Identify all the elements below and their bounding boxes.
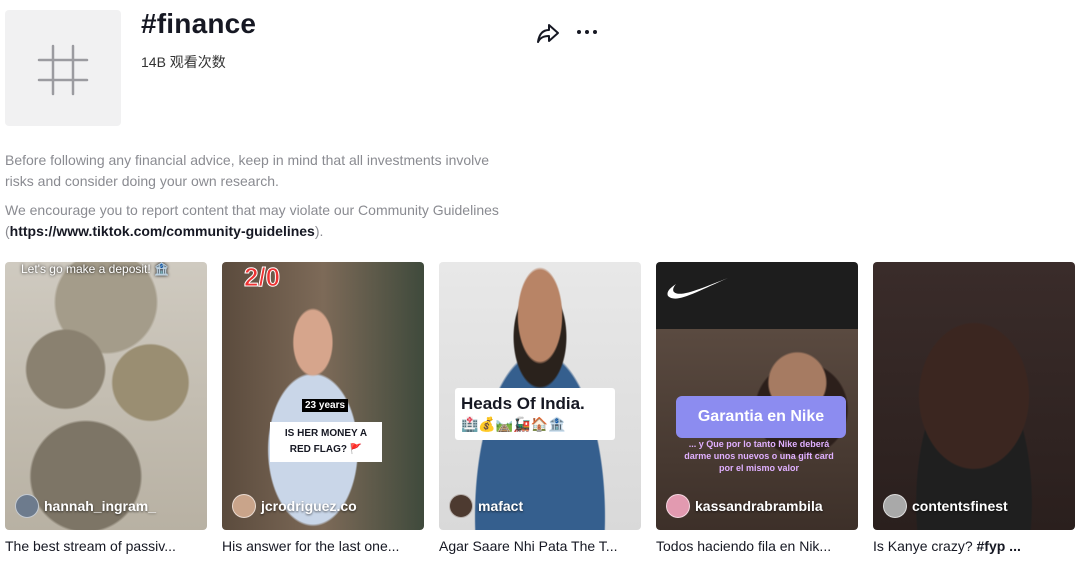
overlay-text: Heads Of India. 🏥💰🛤️🚂🏠🏦	[455, 388, 615, 440]
video-author[interactable]: contentsfinest	[883, 494, 1008, 518]
avatar	[883, 494, 907, 518]
more-options-button[interactable]	[575, 20, 599, 44]
video-author[interactable]: hannah_ingram_	[15, 494, 156, 518]
guidelines-text: We encourage you to report content that …	[5, 200, 505, 242]
avatar	[449, 494, 473, 518]
video-card[interactable]: 2/0 23 years IS HER MONEY A RED FLAG? 🚩 …	[222, 262, 424, 554]
share-icon	[537, 24, 559, 43]
video-thumbnail[interactable]: contentsfinest	[873, 262, 1075, 530]
video-card[interactable]: contentsfinest Is Kanye crazy? #fyp ...	[873, 262, 1075, 554]
video-card[interactable]: Garantia en Nike ... y Que por lo tanto …	[656, 262, 858, 554]
video-author[interactable]: jcrodriguez.co	[232, 494, 357, 518]
video-card[interactable]: Heads Of India. 🏥💰🛤️🚂🏠🏦 mafact Agar Saar…	[439, 262, 641, 554]
author-name: contentsfinest	[912, 498, 1008, 514]
page-title: #finance	[141, 8, 257, 39]
video-caption[interactable]: The best stream of passiv...	[5, 538, 203, 554]
avatar	[666, 494, 690, 518]
video-caption[interactable]: Agar Saare Nhi Pata The T...	[439, 538, 637, 554]
guidelines-text-after: ).	[314, 223, 324, 239]
video-card[interactable]: Let's go make a deposit! 🏦 hannah_ingram…	[5, 262, 207, 554]
hashtag-cover	[5, 10, 121, 126]
author-name: jcrodriguez.co	[261, 498, 357, 514]
overlay-text: Let's go make a deposit! 🏦	[21, 262, 169, 276]
video-caption[interactable]: Todos haciendo fila en Nik...	[656, 538, 854, 554]
caption-text: Is Kanye crazy?	[873, 538, 977, 554]
emoji-row: 🏥💰🛤️🚂🏠🏦	[461, 416, 566, 432]
disclaimer-text: Before following any financial advice, k…	[5, 152, 490, 189]
video-thumbnail[interactable]: 2/0 23 years IS HER MONEY A RED FLAG? 🚩 …	[222, 262, 424, 530]
nike-swoosh-icon	[667, 278, 728, 299]
hashtag-icon	[37, 44, 89, 96]
video-thumbnail[interactable]: Garantia en Nike ... y Que por lo tanto …	[656, 262, 858, 530]
author-name: hannah_ingram_	[44, 498, 157, 514]
age-overlay: 23 years	[302, 399, 349, 412]
avatar	[232, 494, 256, 518]
ellipsis-icon	[577, 30, 597, 34]
video-author[interactable]: kassandrabrambila	[666, 494, 823, 518]
video-author[interactable]: mafact	[449, 494, 523, 518]
view-count: 14B 观看次数	[141, 54, 226, 70]
question-overlay: IS HER MONEY A RED FLAG? 🚩	[270, 422, 382, 462]
overlay-subtitle: ... y Que por lo tanto Nike deberá darme…	[684, 439, 834, 473]
caption-hashtag[interactable]: #fyp ...	[977, 538, 1021, 554]
video-thumbnail[interactable]: Heads Of India. 🏥💰🛤️🚂🏠🏦 mafact	[439, 262, 641, 530]
video-thumbnail[interactable]: Let's go make a deposit! 🏦 hannah_ingram…	[5, 262, 207, 530]
overlay-title: Heads Of India.	[461, 394, 585, 413]
avatar	[15, 494, 39, 518]
author-name: kassandrabrambila	[695, 498, 823, 514]
video-caption[interactable]: Is Kanye crazy? #fyp ...	[873, 538, 1071, 554]
video-caption[interactable]: His answer for the last one...	[222, 538, 420, 554]
community-guidelines-link[interactable]: https://www.tiktok.com/community-guideli…	[10, 223, 315, 239]
score-overlay: 2/0	[243, 262, 281, 293]
overlay-bubble: Garantia en Nike	[676, 396, 846, 438]
author-name: mafact	[478, 498, 524, 514]
share-button[interactable]	[536, 21, 560, 45]
